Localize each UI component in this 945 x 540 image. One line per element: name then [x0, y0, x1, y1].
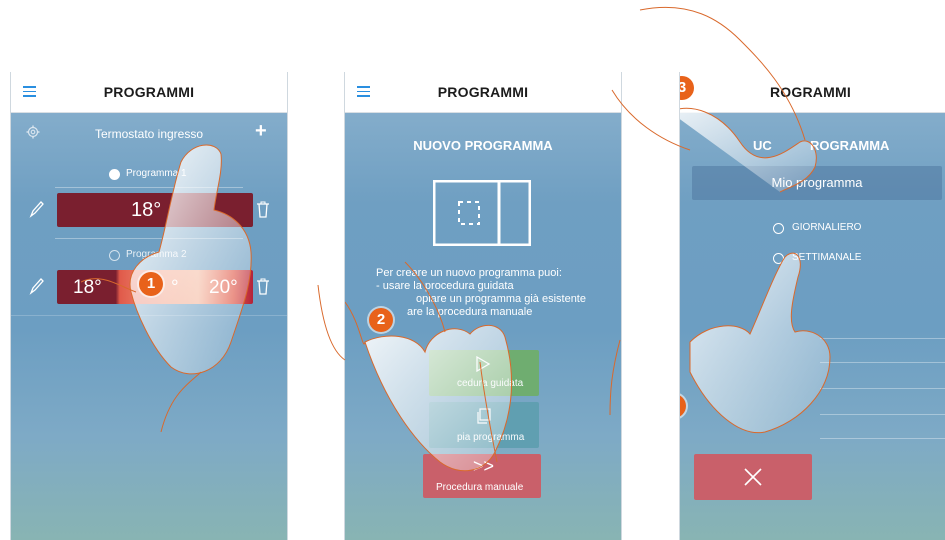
delete-trash-icon[interactable] — [256, 201, 270, 219]
page-title: PROGRAMMI — [437, 84, 529, 100]
weekly-label: SETTIMANALE — [792, 252, 862, 263]
add-program-button[interactable]: + — [255, 120, 267, 143]
row-divider — [820, 438, 945, 439]
description-line-3: opiare un programma già esistente — [416, 293, 586, 305]
program-2-temp-3: 20° — [209, 277, 238, 298]
header: PROGRAMMI — [345, 72, 621, 113]
delete-trash-icon[interactable] — [256, 278, 270, 296]
guided-procedure-label: cedura guidata — [457, 378, 524, 389]
copy-program-button[interactable]: pia programma — [429, 402, 539, 448]
copy-program-label: pia programma — [457, 432, 525, 443]
description-line-2: - usare la procedura guidata — [376, 280, 514, 292]
header: PROGRAMMI — [11, 72, 287, 113]
row-divider — [820, 414, 945, 415]
section-heading: NUOVO PROGRAMMA — [413, 138, 553, 153]
cancel-button[interactable] — [694, 454, 812, 500]
row-divider — [11, 315, 287, 316]
play-icon — [476, 356, 491, 372]
pointing-hand-illustration — [680, 107, 831, 434]
header: ROGRAMMI — [680, 72, 945, 113]
program-1-radio[interactable] — [109, 169, 120, 180]
row-divider — [820, 338, 945, 339]
program-1-temp: 18° — [131, 199, 162, 221]
program-layout-icon — [433, 180, 531, 246]
manual-procedure-label: Procedura manuale — [436, 482, 524, 493]
program-1-label: Programma 1 — [126, 168, 187, 179]
daily-radio[interactable] — [773, 223, 784, 234]
row-divider — [55, 187, 243, 188]
step-badge-4: 4 — [680, 394, 686, 418]
description-line-4: are la procedura manuale — [407, 306, 533, 318]
chevrons-right-icon: >> — [473, 456, 495, 476]
edit-pencil-icon[interactable] — [29, 277, 45, 295]
step-badge-1: 1 — [139, 272, 163, 296]
weekly-radio[interactable] — [773, 253, 784, 264]
page-title: PROGRAMMI — [103, 84, 195, 100]
row-divider — [55, 238, 243, 239]
screen-program-type: ROGRAMMI UC ROGRAMMA Mio programma GIORN… — [679, 72, 945, 540]
program-2-radio[interactable] — [109, 250, 120, 261]
page-title: ROGRAMMI — [770, 84, 851, 100]
section-heading-right: ROGRAMMA — [810, 138, 890, 153]
row-divider — [820, 388, 945, 389]
manual-procedure-button[interactable]: >> Procedura manuale — [423, 454, 541, 498]
guided-procedure-button[interactable]: cedura guidata — [429, 350, 539, 396]
program-2-temp-2: ° — [171, 277, 179, 298]
edit-pencil-icon[interactable] — [29, 200, 45, 218]
close-icon — [744, 468, 762, 486]
section-heading-left: UC — [753, 138, 772, 153]
daily-label: GIORNALIERO — [792, 222, 862, 233]
program-2-temp-1: 18° — [73, 277, 102, 298]
step-badge-2: 2 — [369, 308, 393, 332]
thermostat-name: Termostato ingresso — [94, 127, 204, 141]
row-divider — [820, 362, 945, 363]
program-name-value: Mio programma — [771, 175, 863, 190]
program-name-field[interactable]: Mio programma — [692, 166, 942, 200]
copy-icon — [477, 408, 491, 424]
screen-nuovo-programma: PROGRAMMI NUOVO PROGRAMMA Per creare un … — [344, 72, 622, 540]
screen-programmi-list: PROGRAMMI Termostato ingresso + Programm… — [10, 72, 288, 540]
description-line-1: Per creare un nuovo programma puoi: — [376, 267, 562, 279]
program-2-label: Programma 2 — [126, 249, 187, 260]
